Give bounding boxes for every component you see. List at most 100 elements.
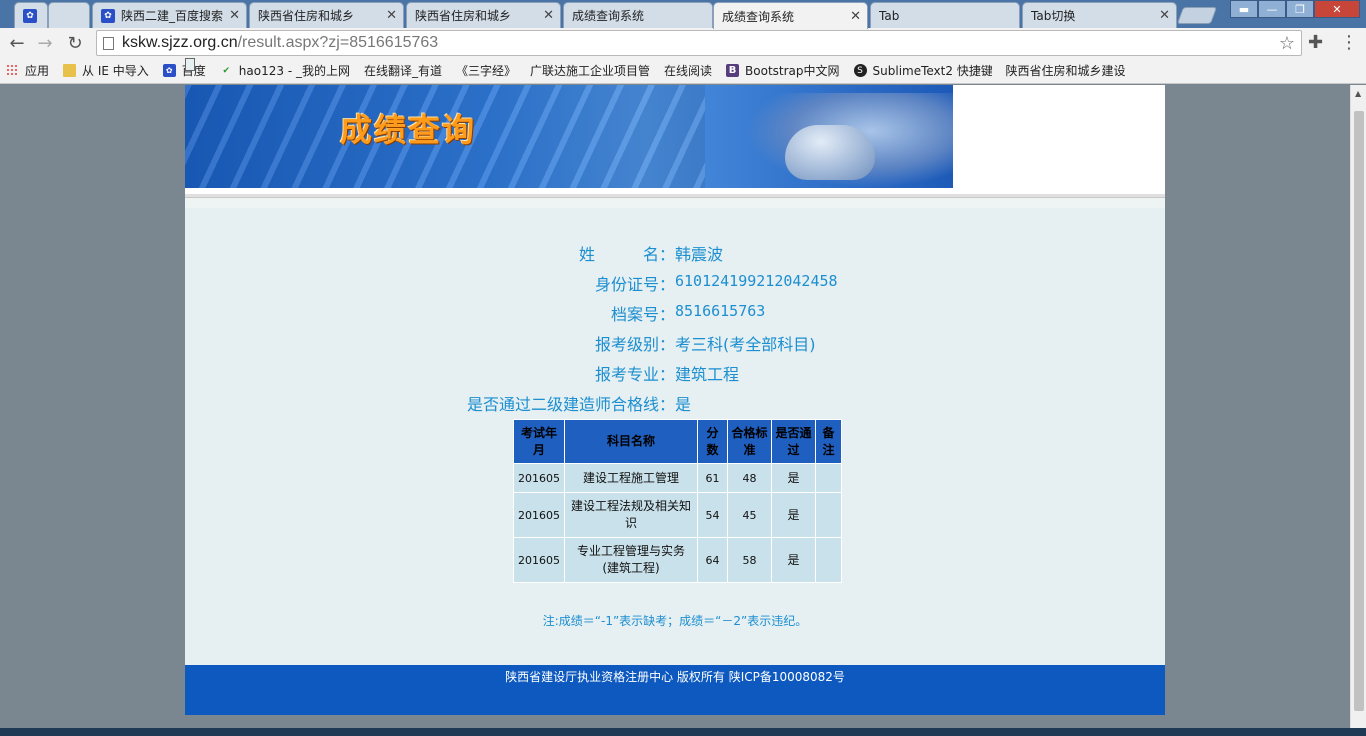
new-tab-button[interactable]	[1176, 7, 1218, 24]
header-divider	[185, 188, 1165, 208]
bookmark-sublime[interactable]: S SublimeText2 快捷键	[853, 62, 992, 79]
baidu-paw-icon: ✿	[162, 64, 176, 77]
bookmark-label: 陕西省住房和城乡建设	[1005, 64, 1126, 78]
tab-5[interactable]: 成绩查询系统	[563, 2, 713, 28]
tab-label: 陕西省住房和城乡	[415, 9, 512, 23]
page-footer: 陕西省建设厅执业资格注册中心 版权所有 陕ICP备10008082号	[185, 665, 1165, 715]
bookmark-label: 《三字经》	[455, 64, 516, 78]
tab-8[interactable]: Tab切换 ✕	[1022, 2, 1177, 28]
tab-7[interactable]: Tab	[870, 2, 1020, 28]
cell-subject: 建设工程施工管理	[564, 463, 698, 493]
bookmark-online-reading[interactable]: 在线阅读	[185, 58, 713, 79]
os-taskbar	[0, 728, 1366, 736]
bookmark-bootstrap[interactable]: B Bootstrap中文网	[726, 62, 840, 79]
baidu-paw-icon: ✿	[101, 8, 115, 23]
window-controls: ▬ — ❐ ✕	[1230, 0, 1360, 18]
apps-icon	[6, 64, 19, 77]
close-icon[interactable]: ✕	[543, 8, 554, 23]
cell-score: 54	[697, 492, 728, 538]
reload-icon[interactable]: ↻	[64, 32, 86, 54]
cell-passed: 是	[771, 492, 816, 538]
back-icon[interactable]: ←	[6, 32, 28, 54]
minimize-icon[interactable]: —	[1258, 0, 1286, 18]
bookmark-apps[interactable]: 应用	[6, 62, 49, 79]
tab-label: Tab切换	[1031, 9, 1076, 23]
bookmark-youdao[interactable]: 在线翻译_有道	[185, 58, 442, 79]
close-icon[interactable]: ✕	[1159, 8, 1170, 23]
extension-puzzle-icon[interactable]: ✚	[1308, 32, 1323, 53]
bookmark-star-icon[interactable]: ☆	[1279, 33, 1295, 54]
bookmark-label: 在线翻译_有道	[363, 64, 442, 78]
close-icon[interactable]: ✕	[850, 9, 861, 24]
bookmark-ie-import[interactable]: 从 IE 中导入	[63, 62, 149, 79]
bookmark-label: SublimeText2 快捷键	[872, 64, 992, 78]
banner-area: 成绩查询	[185, 85, 1165, 188]
tab-label: 陕西省住房和城乡	[258, 9, 355, 23]
page-icon	[103, 36, 114, 50]
url-path: /result.aspx?zj=8516615763	[237, 34, 439, 51]
tab-4[interactable]: 陕西省住房和城乡 ✕	[406, 2, 561, 28]
bootstrap-icon: B	[726, 64, 740, 77]
major-row: 报考专业： 建筑工程	[185, 361, 1165, 385]
table-row: 201605 建设工程施工管理 61 48 是	[513, 463, 842, 493]
cell-score: 61	[697, 463, 728, 493]
tab-0[interactable]: ✿	[14, 2, 48, 28]
bookmark-label: Bootstrap中文网	[745, 64, 840, 78]
table-row: 201605 专业工程管理与实务(建筑工程) 64 58 是	[513, 537, 842, 583]
tab-label: 成绩查询系统	[572, 9, 645, 23]
score-note: 注:成绩＝“-1”表示缺考；成绩＝“－2”表示违纪。	[542, 614, 808, 628]
bookmark-label: 广联达施工企业项目管	[530, 64, 651, 78]
vertical-scrollbar[interactable]: ▲	[1350, 85, 1366, 736]
bookmark-glodon[interactable]: 广联达施工企业项目管	[185, 58, 651, 79]
id-value: 610124199212042458	[675, 272, 838, 290]
forward-icon[interactable]: →	[34, 32, 56, 54]
major-value: 建筑工程	[675, 365, 740, 384]
result-page: 成绩查询 姓 名： 韩震波 身份证号： 610124199212042458 档…	[185, 85, 1165, 715]
maximize-icon[interactable]: ❐	[1286, 0, 1314, 18]
user-icon[interactable]: ▬	[1230, 0, 1258, 18]
bookmark-hao123[interactable]: ✔ hao123 - _我的上网	[220, 62, 350, 79]
table-row: 201605 建设工程法规及相关知识 54 45 是	[513, 492, 842, 538]
close-icon[interactable]: ✕	[386, 8, 397, 23]
bookmark-shaanxi-housing[interactable]: 陕西省住房和城乡建设	[185, 58, 1126, 79]
pass-row: 是否通过二级建造师合格线： 是	[185, 391, 1165, 415]
level-label: 报考级别：	[594, 335, 675, 354]
tab-strip: ✿ ✿ 陕西二建_百度搜索 ✕ 陕西省住房和城乡 ✕ 陕西省住房和城乡 ✕ 成绩查询系统…	[0, 0, 1366, 29]
banner-title: 成绩查询	[340, 111, 477, 149]
hao123-icon: ✔	[222, 65, 231, 76]
menu-icon[interactable]: ⋮	[1340, 32, 1358, 53]
scrollbar-thumb[interactable]	[1354, 111, 1364, 711]
cell-standard: 48	[727, 463, 772, 493]
bookmark-label: 在线阅读	[664, 64, 713, 78]
header-remark: 备注	[815, 419, 842, 464]
bookmark-label: hao123 - _我的上网	[238, 64, 350, 78]
cell-standard: 45	[727, 492, 772, 538]
pass-label: 是否通过二级建造师合格线：	[466, 395, 675, 414]
name-row: 姓 名： 韩震波	[185, 241, 1165, 265]
tab-1[interactable]	[48, 2, 90, 28]
pass-value: 是	[675, 395, 692, 414]
bookmarks-bar: 应用 从 IE 中导入 ✿ 百度 ✔ hao123 - _我的上网 在线翻译_有道 …	[0, 58, 1366, 84]
bookmark-sanzijing[interactable]: 《三字经》	[185, 58, 516, 79]
close-icon[interactable]: ✕	[229, 8, 240, 23]
address-bar[interactable]: kskw.sjzz.org.cn/result.aspx?zj=85166157…	[96, 30, 1302, 56]
header-subject: 科目名称	[564, 419, 698, 464]
header-standard: 合格标准	[727, 419, 772, 464]
major-label: 报考专业：	[594, 365, 675, 384]
banner-image: 成绩查询	[185, 85, 953, 188]
id-label: 身份证号：	[594, 275, 675, 294]
scroll-up-icon[interactable]: ▲	[1355, 89, 1361, 98]
cell-date: 201605	[513, 463, 565, 493]
window-close-icon[interactable]: ✕	[1314, 0, 1360, 18]
bookmark-label: 应用	[25, 64, 50, 78]
cell-score: 64	[697, 537, 728, 583]
tab-3[interactable]: 陕西省住房和城乡 ✕	[249, 2, 404, 28]
tab-2[interactable]: ✿ 陕西二建_百度搜索 ✕	[92, 2, 247, 28]
baidu-paw-icon: ✿	[23, 8, 37, 23]
folder-icon	[63, 64, 77, 77]
tab-label: 陕西二建_百度搜索	[121, 9, 224, 23]
tab-6-active[interactable]: 成绩查询系统 ✕	[713, 2, 868, 29]
header-passed: 是否通过	[771, 419, 816, 464]
file-row: 档案号： 8516615763	[185, 301, 1165, 325]
tab-label: Tab	[879, 8, 900, 23]
